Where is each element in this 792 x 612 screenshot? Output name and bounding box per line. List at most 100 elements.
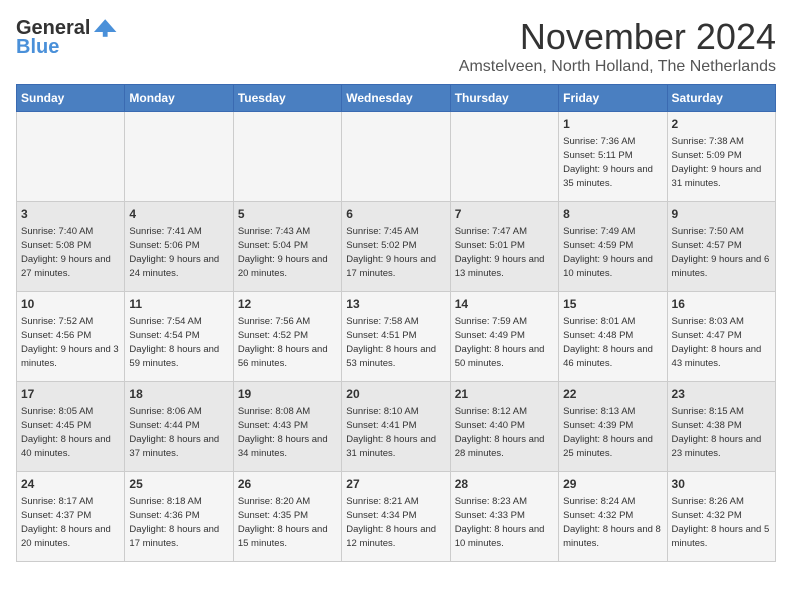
day-info: Sunrise: 8:24 AMSunset: 4:32 PMDaylight:… <box>563 496 661 549</box>
day-info: Sunrise: 7:36 AMSunset: 5:11 PMDaylight:… <box>563 136 653 189</box>
logo: General Blue <box>16 16 118 59</box>
day-info: Sunrise: 7:38 AMSunset: 5:09 PMDaylight:… <box>672 136 762 189</box>
calendar-cell: 24 Sunrise: 8:17 AMSunset: 4:37 PMDayligh… <box>17 472 125 562</box>
calendar-cell: 9 Sunrise: 7:50 AMSunset: 4:57 PMDaylight… <box>667 202 775 292</box>
calendar-table: SundayMondayTuesdayWednesdayThursdayFrid… <box>16 84 776 562</box>
day-info: Sunrise: 8:03 AMSunset: 4:47 PMDaylight:… <box>672 316 762 369</box>
day-info: Sunrise: 8:26 AMSunset: 4:32 PMDaylight:… <box>672 496 770 549</box>
day-number: 17 <box>21 386 120 403</box>
day-info: Sunrise: 7:49 AMSunset: 4:59 PMDaylight:… <box>563 226 653 279</box>
calendar-cell: 30 Sunrise: 8:26 AMSunset: 4:32 PMDayligh… <box>667 472 775 562</box>
day-number: 8 <box>563 206 662 223</box>
calendar-cell: 27 Sunrise: 8:21 AMSunset: 4:34 PMDayligh… <box>342 472 450 562</box>
day-info: Sunrise: 8:15 AMSunset: 4:38 PMDaylight:… <box>672 406 762 459</box>
day-number: 2 <box>672 116 771 133</box>
calendar-week-row: 24 Sunrise: 8:17 AMSunset: 4:37 PMDayligh… <box>17 472 776 562</box>
day-info: Sunrise: 8:17 AMSunset: 4:37 PMDaylight:… <box>21 496 111 549</box>
calendar-cell: 16Sunrise: 8:03 AMSunset: 4:47 PMDayligh… <box>667 292 775 382</box>
day-number: 27 <box>346 476 445 493</box>
calendar-cell: 13 Sunrise: 7:58 AMSunset: 4:51 PMDayligh… <box>342 292 450 382</box>
day-number: 12 <box>238 296 337 313</box>
day-number: 28 <box>455 476 554 493</box>
day-info: Sunrise: 8:01 AMSunset: 4:48 PMDaylight:… <box>563 316 653 369</box>
day-info: Sunrise: 8:21 AMSunset: 4:34 PMDaylight:… <box>346 496 436 549</box>
calendar-cell <box>125 112 233 202</box>
logo-blue: Blue <box>16 36 59 59</box>
day-info: Sunrise: 8:20 AMSunset: 4:35 PMDaylight:… <box>238 496 328 549</box>
calendar-cell: 6Sunrise: 7:45 AMSunset: 5:02 PMDaylight… <box>342 202 450 292</box>
calendar-cell: 29 Sunrise: 8:24 AMSunset: 4:32 PMDayligh… <box>559 472 667 562</box>
day-number: 10 <box>21 296 120 313</box>
day-info: Sunrise: 7:58 AMSunset: 4:51 PMDaylight:… <box>346 316 436 369</box>
day-info: Sunrise: 7:52 AMSunset: 4:56 PMDaylight:… <box>21 316 119 369</box>
calendar-cell: 28 Sunrise: 8:23 AMSunset: 4:33 PMDayligh… <box>450 472 558 562</box>
page-header: General Blue November 2024 Amstelveen, N… <box>16 16 776 76</box>
weekday-header-saturday: Saturday <box>667 85 775 112</box>
day-number: 9 <box>672 206 771 223</box>
weekday-header-tuesday: Tuesday <box>233 85 341 112</box>
calendar-cell: 19 Sunrise: 8:08 AMSunset: 4:43 PMDayligh… <box>233 382 341 472</box>
calendar-week-row: 3 Sunrise: 7:40 AMSunset: 5:08 PMDaylight… <box>17 202 776 292</box>
location-subtitle: Amstelveen, North Holland, The Netherlan… <box>459 58 776 76</box>
day-number: 26 <box>238 476 337 493</box>
day-info: Sunrise: 8:05 AMSunset: 4:45 PMDaylight:… <box>21 406 111 459</box>
weekday-header-wednesday: Wednesday <box>342 85 450 112</box>
day-number: 22 <box>563 386 662 403</box>
day-number: 4 <box>129 206 228 223</box>
weekday-header-monday: Monday <box>125 85 233 112</box>
day-info: Sunrise: 8:10 AMSunset: 4:41 PMDaylight:… <box>346 406 436 459</box>
day-info: Sunrise: 8:08 AMSunset: 4:43 PMDaylight:… <box>238 406 328 459</box>
day-number: 13 <box>346 296 445 313</box>
calendar-cell: 23 Sunrise: 8:15 AMSunset: 4:38 PMDayligh… <box>667 382 775 472</box>
day-info: Sunrise: 8:23 AMSunset: 4:33 PMDaylight:… <box>455 496 545 549</box>
calendar-cell: 2 Sunrise: 7:38 AMSunset: 5:09 PMDaylight… <box>667 112 775 202</box>
weekday-header-thursday: Thursday <box>450 85 558 112</box>
calendar-cell: 12 Sunrise: 7:56 AMSunset: 4:52 PMDayligh… <box>233 292 341 382</box>
calendar-cell: 10 Sunrise: 7:52 AMSunset: 4:56 PMDayligh… <box>17 292 125 382</box>
calendar-cell: 21Sunrise: 8:12 AMSunset: 4:40 PMDayligh… <box>450 382 558 472</box>
calendar-cell: 26 Sunrise: 8:20 AMSunset: 4:35 PMDayligh… <box>233 472 341 562</box>
day-info: Sunrise: 7:40 AMSunset: 5:08 PMDaylight:… <box>21 226 111 279</box>
calendar-cell: 5 Sunrise: 7:43 AMSunset: 5:04 PMDaylight… <box>233 202 341 292</box>
calendar-cell: 11 Sunrise: 7:54 AMSunset: 4:54 PMDayligh… <box>125 292 233 382</box>
day-info: Sunrise: 7:56 AMSunset: 4:52 PMDaylight:… <box>238 316 328 369</box>
weekday-header-friday: Friday <box>559 85 667 112</box>
day-number: 3 <box>21 206 120 223</box>
calendar-cell: 1 Sunrise: 7:36 AMSunset: 5:11 PMDaylight… <box>559 112 667 202</box>
day-number: 7 <box>455 206 554 223</box>
calendar-cell <box>233 112 341 202</box>
day-info: Sunrise: 7:54 AMSunset: 4:54 PMDaylight:… <box>129 316 219 369</box>
day-number: 24 <box>21 476 120 493</box>
day-info: Sunrise: 8:12 AMSunset: 4:40 PMDaylight:… <box>455 406 545 459</box>
day-info: Sunrise: 7:41 AMSunset: 5:06 PMDaylight:… <box>129 226 219 279</box>
day-number: 23 <box>672 386 771 403</box>
calendar-cell: 22 Sunrise: 8:13 AMSunset: 4:39 PMDayligh… <box>559 382 667 472</box>
day-info: Sunrise: 8:13 AMSunset: 4:39 PMDaylight:… <box>563 406 653 459</box>
day-number: 20 <box>346 386 445 403</box>
logo-icon <box>94 16 118 40</box>
weekday-header-row: SundayMondayTuesdayWednesdayThursdayFrid… <box>17 85 776 112</box>
day-number: 30 <box>672 476 771 493</box>
calendar-cell: 15 Sunrise: 8:01 AMSunset: 4:48 PMDayligh… <box>559 292 667 382</box>
calendar-cell: 20 Sunrise: 8:10 AMSunset: 4:41 PMDayligh… <box>342 382 450 472</box>
day-number: 29 <box>563 476 662 493</box>
calendar-cell: 25Sunrise: 8:18 AMSunset: 4:36 PMDayligh… <box>125 472 233 562</box>
day-info: Sunrise: 7:50 AMSunset: 4:57 PMDaylight:… <box>672 226 770 279</box>
calendar-cell <box>342 112 450 202</box>
calendar-cell <box>450 112 558 202</box>
calendar-cell <box>17 112 125 202</box>
day-number: 1 <box>563 116 662 133</box>
calendar-cell: 3 Sunrise: 7:40 AMSunset: 5:08 PMDaylight… <box>17 202 125 292</box>
calendar-cell: 18 Sunrise: 8:06 AMSunset: 4:44 PMDayligh… <box>125 382 233 472</box>
day-number: 5 <box>238 206 337 223</box>
day-number: 18 <box>129 386 228 403</box>
day-number: 11 <box>129 296 228 313</box>
day-info: Sunrise: 7:43 AMSunset: 5:04 PMDaylight:… <box>238 226 328 279</box>
day-number: 15 <box>563 296 662 313</box>
month-title: November 2024 <box>459 16 776 58</box>
day-info: Sunrise: 7:45 AMSunset: 5:02 PMDaylight:… <box>346 226 436 279</box>
title-block: November 2024 Amstelveen, North Holland,… <box>459 16 776 76</box>
calendar-cell: 7Sunrise: 7:47 AMSunset: 5:01 PMDaylight… <box>450 202 558 292</box>
day-info: Sunrise: 8:06 AMSunset: 4:44 PMDaylight:… <box>129 406 219 459</box>
day-number: 19 <box>238 386 337 403</box>
